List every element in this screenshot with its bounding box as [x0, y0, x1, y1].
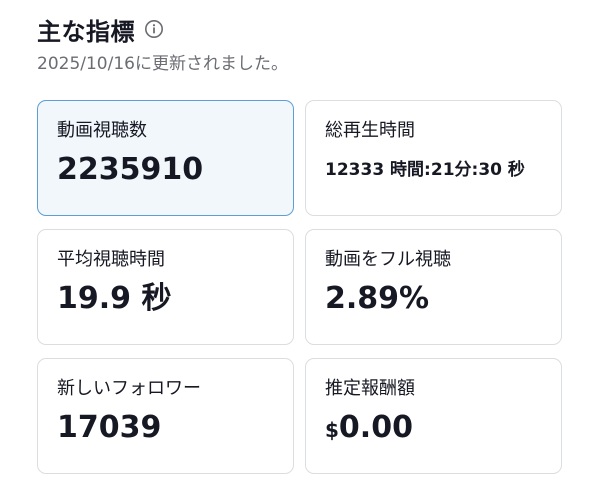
- metric-value: 2.89%: [325, 281, 430, 316]
- metric-value: 2235910: [57, 152, 204, 187]
- metric-value: 19.9 秒: [57, 281, 172, 316]
- metric-value: 12333 時間:21分:30 秒: [325, 160, 525, 180]
- metric-label: 動画視聴数: [57, 120, 147, 141]
- currency-symbol: $: [325, 418, 339, 442]
- metric-label: 総再生時間: [325, 120, 415, 141]
- metric-card-total-watch-time[interactable]: 総再生時間 12333 時間:21分:30 秒: [305, 100, 562, 216]
- title-row: 主な指標: [37, 12, 579, 46]
- header: 主な指標 2025/10/16に更新されました。: [37, 12, 579, 75]
- metrics-grid: 動画視聴数 2235910 総再生時間 12333 時間:21分:30 秒 平均…: [37, 100, 562, 474]
- metric-value: 17039: [57, 410, 162, 445]
- metric-card-average-watch-time[interactable]: 平均視聴時間 19.9 秒: [37, 229, 294, 345]
- reward-amount: 0.00: [338, 410, 413, 445]
- page-title: 主な指標: [37, 17, 135, 46]
- metric-label: 推定報酬額: [325, 378, 415, 399]
- metric-label: 平均視聴時間: [57, 249, 165, 270]
- metric-card-estimated-rewards[interactable]: 推定報酬額 $0.00: [305, 358, 562, 474]
- last-updated-text: 2025/10/16に更新されました。: [37, 54, 288, 74]
- metric-label: 新しいフォロワー: [57, 378, 201, 399]
- metric-value: $0.00: [325, 409, 561, 449]
- metric-label: 動画をフル視聴: [325, 249, 451, 270]
- key-metrics-panel: 主な指標 2025/10/16に更新されました。 動画視聴数 2235910 総…: [0, 0, 599, 486]
- info-icon[interactable]: [144, 19, 164, 39]
- metric-card-video-views[interactable]: 動画視聴数 2235910: [37, 100, 294, 216]
- metric-card-full-video-watched[interactable]: 動画をフル視聴 2.89%: [305, 229, 562, 345]
- metric-card-new-followers[interactable]: 新しいフォロワー 17039: [37, 358, 294, 474]
